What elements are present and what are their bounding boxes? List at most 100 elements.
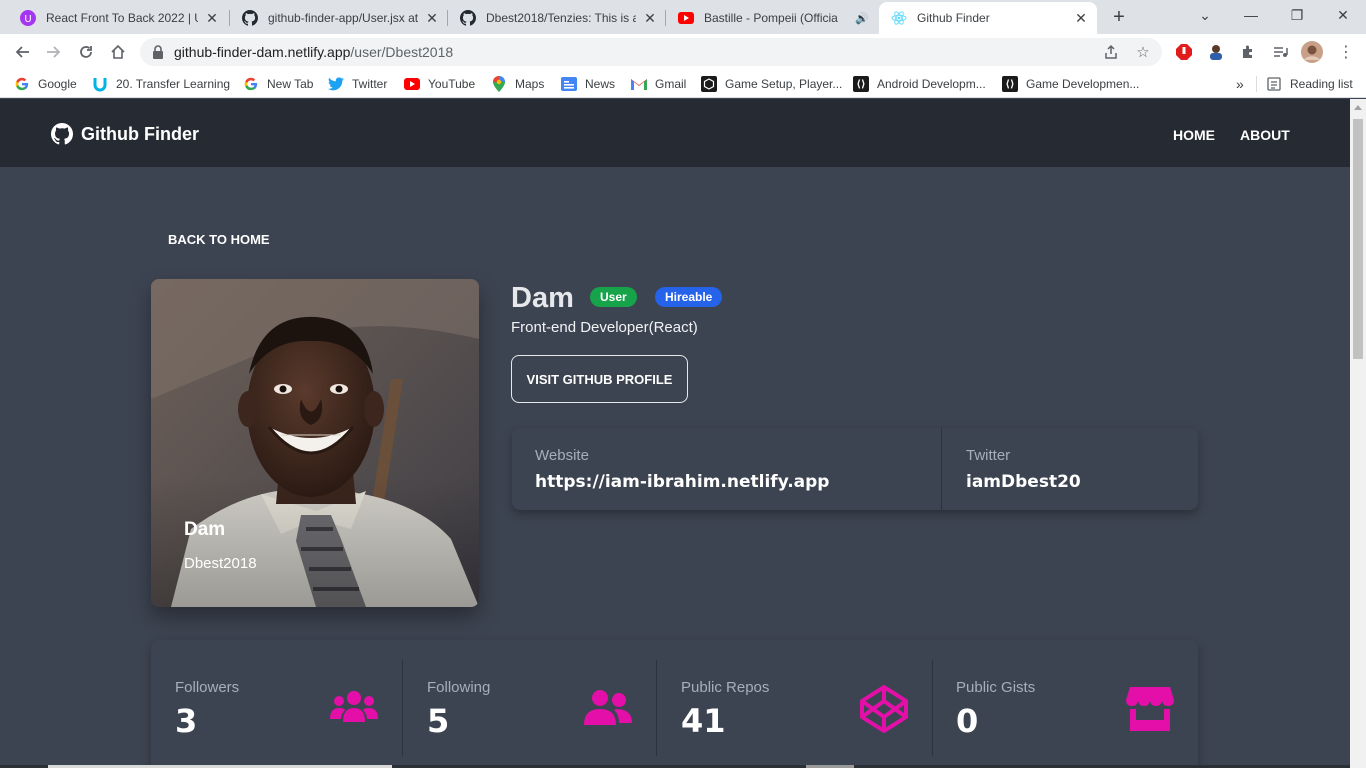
profile-extension-icon[interactable] bbox=[1204, 40, 1228, 64]
bookmark-label: Game Setup, Player... bbox=[725, 77, 843, 91]
minimize-button[interactable]: — bbox=[1228, 0, 1274, 30]
user-friends-icon bbox=[584, 690, 632, 725]
bookmark-label: 20. Transfer Learning bbox=[116, 77, 231, 91]
restore-button[interactable]: ❐ bbox=[1274, 0, 1320, 30]
bookmark-item[interactable]: 20. Transfer Learning bbox=[92, 76, 230, 92]
back-arrow-icon[interactable] bbox=[10, 40, 34, 64]
user-avatar-card: Dam Dbest2018 bbox=[151, 279, 479, 607]
bookmark-item[interactable]: Game Setup, Player... bbox=[701, 76, 842, 92]
public-gists-count: 0 bbox=[956, 702, 979, 740]
bookmark-label: Twitter bbox=[352, 77, 388, 91]
back-to-home-button[interactable]: BACK TO HOME bbox=[168, 232, 270, 247]
bookmark-label: Game Developmen... bbox=[1026, 77, 1140, 91]
bookmark-item[interactable]: Maps bbox=[491, 76, 544, 92]
bookmark-label: News bbox=[585, 77, 616, 91]
page-scrollbar[interactable] bbox=[1350, 99, 1366, 768]
browser-tab[interactable]: github-finder-app/User.jsx at ✕ bbox=[230, 2, 448, 34]
youtube-icon bbox=[678, 10, 694, 26]
bookmark-label: YouTube bbox=[428, 77, 476, 91]
extensions-puzzle-icon[interactable] bbox=[1236, 40, 1260, 64]
close-tab-icon[interactable]: ✕ bbox=[424, 10, 440, 27]
bookmark-label: Google bbox=[38, 77, 77, 91]
public-repos-label: Public Repos bbox=[681, 679, 770, 696]
close-window-button[interactable]: ✕ bbox=[1320, 0, 1366, 30]
reading-list-button[interactable]: Reading list bbox=[1266, 76, 1353, 92]
bookmark-item[interactable]: New Tab bbox=[243, 76, 313, 92]
github-icon bbox=[242, 10, 258, 26]
profile-avatar[interactable] bbox=[1300, 40, 1324, 64]
browser-tab-bar: U React Front To Back 2022 | Ud ✕ github… bbox=[0, 0, 1366, 34]
brand-title: Github Finder bbox=[81, 123, 199, 144]
following-label: Following bbox=[427, 679, 491, 696]
udacity-icon bbox=[92, 76, 108, 92]
browser-toolbar: github-finder-dam.netlify.app/user/Dbest… bbox=[0, 34, 1366, 70]
share-icon[interactable] bbox=[1102, 43, 1120, 61]
website-link[interactable]: https://iam-ibrahim.netlify.app bbox=[535, 472, 829, 492]
card-user-login: Dbest2018 bbox=[184, 555, 257, 572]
maps-icon bbox=[491, 76, 507, 92]
react-icon bbox=[891, 10, 907, 26]
reload-icon[interactable] bbox=[74, 40, 98, 64]
google-icon bbox=[14, 76, 30, 92]
svg-text:U: U bbox=[24, 14, 31, 25]
media-control-icon[interactable] bbox=[1268, 40, 1292, 64]
browser-tab[interactable]: Dbest2018/Tenzies: This is a c ✕ bbox=[448, 2, 666, 34]
twitter-icon bbox=[328, 76, 344, 92]
user-type-badge: User bbox=[590, 287, 637, 307]
bookmark-item[interactable]: Google bbox=[14, 76, 77, 92]
codepen-icon bbox=[860, 685, 908, 733]
hireable-badge: Hireable bbox=[655, 287, 723, 307]
user-bio: Front-end Developer(React) bbox=[511, 319, 698, 336]
visit-github-profile-button[interactable]: VISIT GITHUB PROFILE bbox=[511, 355, 688, 403]
forward-arrow-icon[interactable] bbox=[42, 40, 66, 64]
tab-title: Dbest2018/Tenzies: This is a c bbox=[486, 11, 636, 25]
nav-home-link[interactable]: HOME bbox=[1173, 127, 1215, 143]
bookmark-item[interactable]: YouTube bbox=[404, 76, 475, 92]
browser-tab[interactable]: U React Front To Back 2022 | Ud ✕ bbox=[8, 2, 228, 34]
unity-icon bbox=[701, 76, 717, 92]
android-dev-icon: ⟨⟩ bbox=[1002, 76, 1018, 92]
close-tab-icon[interactable]: ✕ bbox=[642, 10, 658, 27]
bookmark-star-icon[interactable]: ☆ bbox=[1134, 43, 1152, 61]
reading-list-icon bbox=[1266, 76, 1282, 92]
lock-icon[interactable] bbox=[152, 45, 164, 64]
user-info-card: Website https://iam-ibrahim.netlify.app … bbox=[512, 428, 1198, 510]
scroll-up-arrow[interactable] bbox=[1354, 105, 1362, 110]
bookmark-item[interactable]: News bbox=[561, 76, 615, 92]
adblock-extension-icon[interactable] bbox=[1172, 40, 1196, 64]
audio-playing-icon[interactable]: 🔊 bbox=[854, 12, 870, 25]
more-bookmarks-glyph: » bbox=[1236, 76, 1244, 92]
twitter-link[interactable]: iamDbest20 bbox=[966, 472, 1081, 492]
bookmark-item[interactable]: Gmail bbox=[631, 76, 686, 92]
github-icon bbox=[460, 10, 476, 26]
browser-tab-active[interactable]: Github Finder ✕ bbox=[879, 2, 1097, 34]
close-tab-icon[interactable]: ✕ bbox=[204, 10, 220, 27]
bookmark-item[interactable]: ⟨⟩ Game Developmen... bbox=[1002, 76, 1139, 92]
bookmark-item[interactable]: Twitter bbox=[328, 76, 387, 92]
nav-about-link[interactable]: ABOUT bbox=[1240, 127, 1290, 143]
followers-count: 3 bbox=[175, 702, 198, 740]
user-name-heading: Dam bbox=[511, 282, 574, 314]
bookmark-item[interactable]: ⟨⟩ Android Developm... bbox=[853, 76, 986, 92]
tab-search-icon[interactable]: ⌄ bbox=[1182, 0, 1228, 30]
more-bookmarks-button[interactable]: » bbox=[1236, 76, 1244, 92]
close-tab-icon[interactable]: ✕ bbox=[1073, 10, 1089, 27]
new-tab-button[interactable]: + bbox=[1108, 6, 1130, 28]
store-icon bbox=[1126, 687, 1174, 731]
following-count: 5 bbox=[427, 702, 450, 740]
browser-tab[interactable]: Bastille - Pompeii (Officia 🔊 bbox=[666, 2, 878, 34]
news-icon bbox=[561, 76, 577, 92]
address-bar[interactable]: github-finder-dam.netlify.app/user/Dbest… bbox=[140, 38, 1162, 66]
home-icon[interactable] bbox=[106, 40, 130, 64]
chrome-menu-icon[interactable]: ⋮ bbox=[1334, 40, 1358, 64]
followers-label: Followers bbox=[175, 679, 240, 696]
gmail-icon bbox=[631, 76, 647, 92]
website-stat: Website https://iam-ibrahim.netlify.app bbox=[512, 428, 941, 510]
url-text: github-finder-dam.netlify.app/user/Dbest… bbox=[174, 44, 454, 60]
bookmark-label: Maps bbox=[515, 77, 545, 91]
followers-stat: Followers 3 bbox=[151, 640, 402, 768]
scroll-thumb[interactable] bbox=[1353, 119, 1363, 359]
brand-logo[interactable]: Github Finder bbox=[51, 123, 199, 145]
youtube-icon bbox=[404, 76, 420, 92]
public-gists-label: Public Gists bbox=[956, 679, 1036, 696]
